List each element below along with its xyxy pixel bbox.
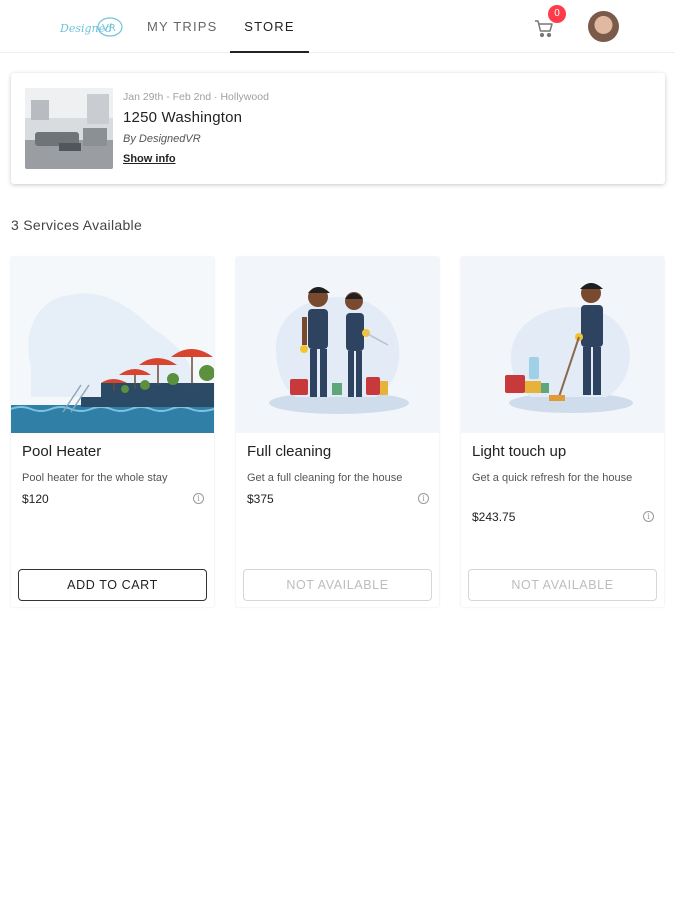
tab-my-trips[interactable]: MY TRIPS [147, 0, 218, 53]
property-title: 1250 Washington [123, 109, 243, 126]
tab-store[interactable]: STORE [230, 0, 309, 53]
trip-dates: Jan 29th - Feb 2nd · Hollywood [123, 91, 269, 103]
top-nav-bar: Designed VR MY TRIPS STORE 0 [0, 0, 675, 53]
not-available-button[interactable]: NOT AVAILABLE [243, 569, 432, 601]
service-name: Pool Heater [22, 443, 102, 460]
trip-card: Jan 29th - Feb 2nd · Hollywood 1250 Wash… [11, 73, 665, 184]
service-name: Full cleaning [247, 443, 332, 460]
info-icon[interactable]: i [193, 493, 204, 504]
service-card-full-cleaning: Full cleaning Get a full cleaning for th… [236, 257, 439, 607]
full-cleaning-illustration [236, 257, 439, 433]
service-name: Light touch up [472, 443, 567, 460]
services-count-heading: 3 Services Available [11, 217, 143, 233]
pool-heater-illustration [11, 257, 214, 433]
property-thumbnail [25, 88, 113, 169]
service-price: $243.75 [472, 510, 516, 524]
cart-count-badge: 0 [548, 5, 566, 23]
service-description: Get a quick refresh for the house [472, 472, 633, 484]
property-owner: By DesignedVR [123, 133, 201, 145]
service-price: $120 [22, 492, 49, 506]
info-icon[interactable]: i [643, 511, 654, 522]
not-available-button[interactable]: NOT AVAILABLE [468, 569, 657, 601]
service-card-pool-heater: Pool Heater Pool heater for the whole st… [11, 257, 214, 607]
add-to-cart-button[interactable]: ADD TO CART [18, 569, 207, 601]
info-icon[interactable]: i [418, 493, 429, 504]
service-card-light-touch-up: Light touch up Get a quick refresh for t… [461, 257, 664, 607]
service-description: Pool heater for the whole stay [22, 472, 168, 484]
light-touch-up-illustration [461, 257, 664, 433]
service-description: Get a full cleaning for the house [247, 472, 403, 484]
svg-text:VR: VR [102, 23, 116, 34]
user-avatar[interactable] [588, 11, 619, 42]
service-price: $375 [247, 492, 274, 506]
show-info-link[interactable]: Show info [123, 153, 176, 165]
designedvr-logo[interactable]: Designed VR [58, 13, 124, 41]
